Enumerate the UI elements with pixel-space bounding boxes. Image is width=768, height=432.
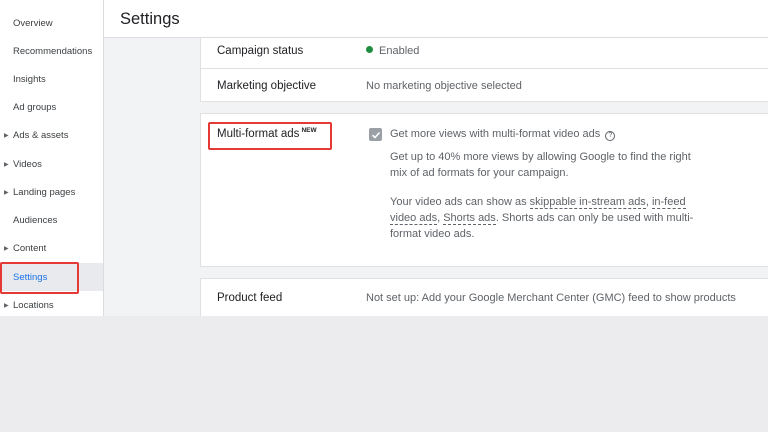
- sidebar-item-videos[interactable]: ▶ Videos: [0, 150, 103, 178]
- sidebar-item-audiences[interactable]: Audiences: [0, 206, 103, 234]
- marketing-objective-value: No marketing objective selected: [366, 80, 522, 92]
- sidebar-item-label: Recommendations: [13, 45, 93, 57]
- sidebar-item-label: Landing pages: [13, 186, 76, 198]
- campaign-status-label: Campaign status: [217, 45, 304, 57]
- multi-format-formats-text: Your video ads can show as skippable in-…: [390, 194, 740, 242]
- status-text: Enabled: [379, 45, 420, 57]
- formats-prefix: Your video ads can show as: [390, 196, 530, 208]
- page-header: Settings: [104, 0, 768, 38]
- marketing-objective-label: Marketing objective: [217, 80, 317, 92]
- product-feed-row[interactable]: Product feed Not set up: Add your Google…: [200, 278, 768, 316]
- sidebar-item-insights[interactable]: Insights: [0, 65, 103, 93]
- sidebar-item-label: Content: [13, 242, 47, 254]
- sidebar-item-overview[interactable]: Overview: [0, 9, 103, 37]
- letterbox-area: [0, 316, 768, 432]
- product-feed-value: Not set up: Add your Google Merchant Cen…: [366, 292, 736, 304]
- new-badge: NEW: [301, 127, 317, 134]
- formats-line: Your video ads can show as skippable in-…: [390, 194, 740, 210]
- app-screen: Overview Recommendations Insights Ad gro…: [0, 0, 768, 316]
- multi-format-ads-label: Multi-format ads NEW: [217, 127, 317, 140]
- multi-format-ads-card: Multi-format ads NEW Get more views with …: [200, 113, 768, 267]
- caret-right-icon: ▶: [4, 245, 9, 252]
- campaign-status-value: Enabled: [366, 45, 419, 57]
- sidebar-item-recommendations[interactable]: Recommendations: [0, 37, 103, 65]
- sidebar-item-label: Videos: [13, 158, 42, 170]
- marketing-objective-row[interactable]: Marketing objective No marketing objecti…: [200, 68, 768, 102]
- skippable-in-stream-link[interactable]: skippable in-stream ads: [529, 196, 646, 209]
- product-feed-label: Product feed: [217, 292, 283, 304]
- sidebar-item-landing-pages[interactable]: ▶ Landing pages: [0, 178, 103, 206]
- help-icon[interactable]: ?: [605, 131, 616, 141]
- campaign-status-row[interactable]: Campaign status Enabled: [200, 38, 768, 68]
- description-line: Get up to 40% more views by allowing Goo…: [390, 151, 691, 163]
- in-feed-link[interactable]: in-feed: [651, 196, 686, 209]
- sidebar-item-label: Overview: [13, 17, 53, 29]
- multi-format-description: Get up to 40% more views by allowing Goo…: [390, 149, 740, 181]
- caret-right-icon: ▶: [4, 189, 9, 196]
- sidebar-item-label: Ad groups: [13, 101, 57, 113]
- checkmark-icon: [371, 131, 380, 139]
- caret-right-icon: ▶: [4, 302, 9, 309]
- sidebar-nav: Overview Recommendations Insights Ad gro…: [0, 0, 104, 316]
- formats-line: video ads, Shorts ads. Shorts ads can on…: [390, 210, 740, 226]
- checkbox-label-text: Get more views with multi-format video a…: [390, 128, 601, 140]
- sidebar-item-ads-assets[interactable]: ▶ Ads & assets: [0, 121, 103, 149]
- sidebar-item-content[interactable]: ▶ Content: [0, 234, 103, 262]
- multi-format-ads-title: Multi-format ads: [217, 128, 300, 140]
- sidebar-item-locations[interactable]: ▶ Locations: [0, 291, 103, 316]
- formats-suffix: . Shorts ads can only be used with multi…: [495, 212, 694, 224]
- shorts-ads-link[interactable]: Shorts ads: [443, 212, 496, 225]
- in-feed-link-cont[interactable]: video ads: [390, 212, 438, 225]
- sidebar-item-label: Ads & assets: [13, 129, 69, 141]
- sidebar-item-label: Locations: [13, 299, 54, 311]
- caret-right-icon: ▶: [4, 132, 9, 139]
- sidebar-item-label: Insights: [13, 73, 46, 85]
- caret-right-icon: ▶: [4, 161, 9, 168]
- multi-format-checkbox-label: Get more views with multi-format video a…: [390, 128, 616, 141]
- formats-line: format video ads.: [390, 228, 475, 240]
- description-line: mix of ad formats for your campaign.: [390, 167, 569, 179]
- settings-highlight-box: [0, 262, 79, 294]
- multi-format-checkbox[interactable]: [369, 128, 382, 141]
- status-dot-icon: [366, 46, 373, 53]
- sidebar-item-label: Audiences: [13, 214, 58, 226]
- page-title: Settings: [120, 10, 180, 28]
- sidebar-item-ad-groups[interactable]: Ad groups: [0, 93, 103, 121]
